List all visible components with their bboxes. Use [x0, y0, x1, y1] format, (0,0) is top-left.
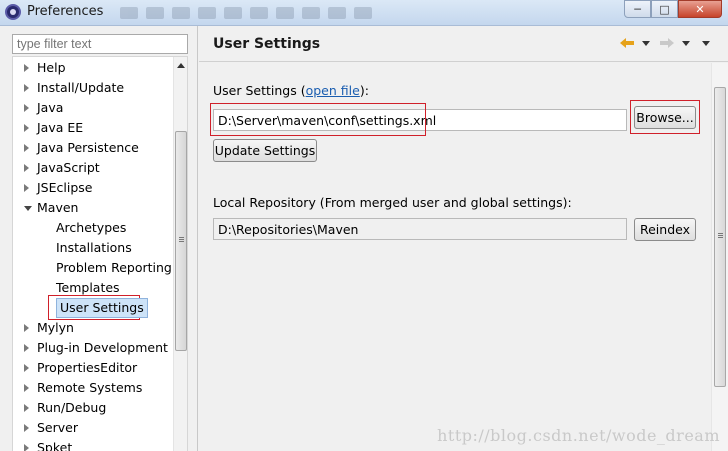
preferences-window: Preferences ─ □ ✕ Help Install/Update Java… [0, 0, 728, 451]
open-file-link[interactable]: open file [306, 83, 360, 98]
tree-item-label: Maven [37, 200, 79, 215]
page-title: User Settings [213, 36, 321, 52]
view-menu-chevron-icon[interactable] [702, 40, 710, 46]
collapsed-chevron-icon[interactable] [24, 344, 29, 352]
reindex-button[interactable]: Reindex [634, 218, 696, 241]
watermark: http://blog.csdn.net/wode_dream [437, 426, 720, 445]
scroll-up-icon[interactable] [177, 63, 185, 68]
page-scroll-thumb[interactable] [714, 87, 726, 387]
settings-page: User Settings User Settings (open file):… [199, 26, 728, 451]
tree-item-label: Java EE [37, 120, 84, 135]
tree-item-label: JSEclipse [37, 180, 93, 195]
back-menu-chevron-icon[interactable] [642, 40, 650, 46]
collapsed-chevron-icon[interactable] [24, 364, 29, 372]
tree-item-label: Plug-in Development [37, 340, 168, 355]
preferences-tree: Help Install/Update Java Java EE Java Persis… [12, 56, 188, 451]
local-repository-label: Local Repository (From merged user and g… [213, 195, 572, 210]
minimize-icon: ─ [634, 2, 641, 16]
window-controls: ─ □ ✕ [624, 0, 722, 18]
title-bar: Preferences ─ □ ✕ [0, 0, 728, 26]
collapsed-chevron-icon[interactable] [24, 324, 29, 332]
background-toolbar [120, 7, 390, 19]
expanded-chevron-icon[interactable] [24, 206, 32, 211]
tree-scrollbar[interactable] [173, 57, 187, 451]
tree-item-label: PropertiesEditor [37, 360, 138, 375]
tree-scroll-thumb[interactable] [175, 131, 187, 351]
forward-arrow-icon[interactable] [660, 37, 674, 49]
tree-item-label: Problem Reporting [56, 260, 172, 275]
user-settings-label: User Settings (open file): [213, 83, 369, 98]
filter-input[interactable] [12, 34, 188, 54]
minimize-button[interactable]: ─ [624, 0, 651, 18]
collapsed-chevron-icon[interactable] [24, 164, 29, 172]
collapsed-chevron-icon[interactable] [24, 124, 29, 132]
close-icon: ✕ [695, 2, 705, 16]
tree-item-label: Mylyn [37, 320, 74, 335]
page-header: User Settings [199, 26, 728, 62]
collapsed-chevron-icon[interactable] [24, 424, 29, 432]
collapsed-chevron-icon[interactable] [24, 384, 29, 392]
preferences-nav-panel: Help Install/Update Java Java EE Java Persis… [0, 26, 198, 451]
collapsed-chevron-icon[interactable] [24, 444, 29, 451]
close-button[interactable]: ✕ [678, 0, 722, 18]
user-settings-label-suffix: ): [359, 83, 369, 98]
back-arrow-icon[interactable] [620, 37, 634, 49]
tree-item-label: Java Persistence [37, 140, 139, 155]
collapsed-chevron-icon[interactable] [24, 404, 29, 412]
page-navigation [620, 37, 716, 49]
local-repository-value: D:\Repositories\Maven [218, 222, 359, 237]
user-settings-label-text: User Settings ( [213, 83, 306, 98]
highlight-box-browse [630, 100, 700, 134]
update-settings-button[interactable]: Update Settings [213, 139, 317, 162]
tree-item-label: Java [37, 100, 64, 115]
tree-item-label: Server [37, 420, 78, 435]
tree-item-label: JavaScript [37, 160, 100, 175]
maximize-button[interactable]: □ [651, 0, 678, 18]
forward-menu-chevron-icon[interactable] [682, 40, 690, 46]
page-scrollbar[interactable] [711, 63, 728, 451]
tree-item-label: Help [37, 60, 66, 75]
tree-item-label: Run/Debug [37, 400, 107, 415]
window-title: Preferences [27, 4, 104, 19]
collapsed-chevron-icon[interactable] [24, 144, 29, 152]
tree-item-label: Remote Systems [37, 380, 143, 395]
maximize-icon: □ [659, 2, 670, 16]
collapsed-chevron-icon[interactable] [24, 104, 29, 112]
tree-item-label: Installations [56, 240, 132, 255]
collapsed-chevron-icon[interactable] [24, 184, 29, 192]
eclipse-icon [5, 4, 21, 20]
tree-item-label: Spket [37, 440, 73, 451]
collapsed-chevron-icon[interactable] [24, 84, 29, 92]
tree-item-label: Install/Update [37, 80, 125, 95]
highlight-box-path [210, 103, 426, 136]
tree-item-label: Archetypes [56, 220, 127, 235]
collapsed-chevron-icon[interactable] [24, 64, 29, 72]
tree-item-label: User Settings [56, 298, 148, 318]
local-repository-field[interactable]: D:\Repositories\Maven [213, 218, 627, 240]
